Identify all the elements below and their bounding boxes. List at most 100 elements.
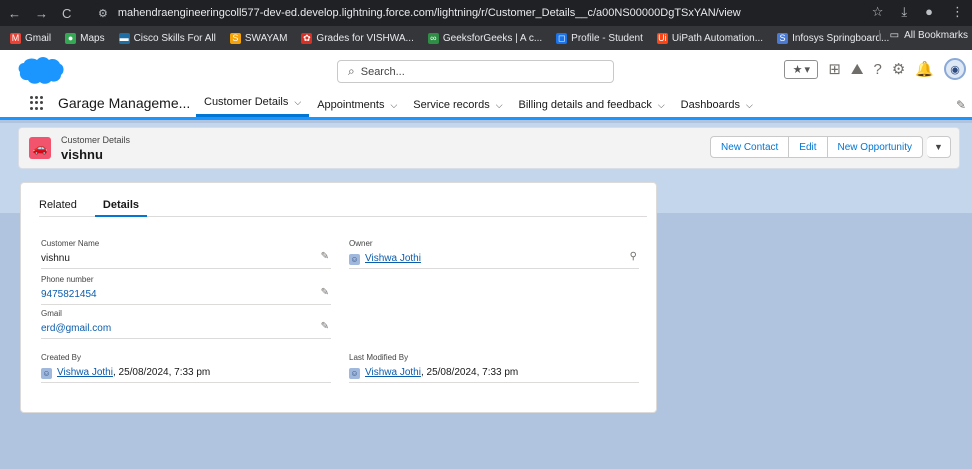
- bookmark-favicon-icon: ▬: [118, 32, 130, 44]
- bookmark-item[interactable]: ✿ Grades for VISHWA...: [301, 32, 414, 44]
- bookmark-label: Cisco Skills For All: [133, 32, 216, 44]
- gmail-value[interactable]: erd@gmail.com: [41, 323, 111, 334]
- app-launcher-icon[interactable]: [30, 96, 44, 110]
- user-avatar[interactable]: ◉: [944, 58, 966, 80]
- search-placeholder: Search...: [360, 65, 405, 78]
- edit-pencil-icon[interactable]: ✎: [321, 287, 329, 298]
- bookmark-item[interactable]: ▬ Cisco Skills For All: [118, 32, 216, 44]
- help-icon[interactable]: ?: [874, 61, 882, 78]
- salesforce-cloud-icon[interactable]: [18, 55, 64, 85]
- customer-name-field: Customer Name vishnu ✎: [41, 239, 331, 269]
- all-bookmarks[interactable]: ▭ All Bookmarks: [878, 30, 968, 41]
- nav-tab-customer-details[interactable]: Customer Details ⌵: [196, 90, 310, 117]
- created-date: , 25/08/2024, 7:33 pm: [112, 367, 211, 378]
- notifications-bell-icon[interactable]: 🔔: [915, 60, 934, 78]
- app-name: Garage Manageme...: [58, 95, 191, 111]
- bookmark-item[interactable]: Ui UiPath Automation...: [656, 32, 764, 44]
- nav-tab-label: Dashboards: [680, 99, 740, 111]
- forward-icon[interactable]: →: [35, 6, 48, 21]
- last-modified-by-label: Last Modified By: [349, 353, 409, 362]
- menu-icon[interactable]: ⋮: [951, 4, 964, 20]
- global-actions-icon[interactable]: ⊞: [828, 60, 841, 78]
- nav-tab-service-records[interactable]: Service records ⌵: [405, 90, 510, 120]
- chevron-down-icon: ▾: [804, 63, 811, 76]
- tab-related[interactable]: Related: [39, 193, 77, 217]
- created-by-user-link[interactable]: Vishwa Jothi: [57, 367, 113, 378]
- global-search-input[interactable]: ⌕ Search...: [337, 60, 614, 83]
- nav-tab-dashboards[interactable]: Dashboards ⌵: [673, 90, 761, 120]
- record-actions: New Contact Edit New Opportunity ▼: [710, 136, 951, 158]
- bookmark-label: GeeksforGeeks | A c...: [442, 32, 543, 44]
- nav-tab-label: Customer Details: [204, 96, 289, 108]
- bookmark-label: UiPath Automation...: [671, 32, 764, 44]
- bookmark-item[interactable]: M Gmail: [10, 32, 52, 44]
- tab-details[interactable]: Details: [94, 193, 147, 217]
- trailhead-icon[interactable]: ⛰: [851, 61, 864, 78]
- browser-nav: ← → C: [0, 6, 92, 21]
- favorites-button[interactable]: ★ ▾: [784, 59, 819, 79]
- bookmark-favicon-icon: ✿: [301, 32, 313, 44]
- back-icon[interactable]: ←: [8, 6, 21, 21]
- bookmark-favicon-icon: ●: [65, 32, 77, 44]
- browser-toolbar: ← → C ⚙ mahendraengineeringcoll577-dev-e…: [0, 0, 972, 26]
- modified-by-user-link[interactable]: Vishwa Jothi: [365, 367, 421, 378]
- edit-nav-pencil-icon[interactable]: ✎: [956, 98, 966, 112]
- edit-button[interactable]: Edit: [789, 136, 828, 158]
- phone-number-field: Phone number 9475821454 ✎: [41, 275, 331, 305]
- edit-pencil-icon[interactable]: ✎: [321, 251, 329, 262]
- bookmark-star-icon[interactable]: ☆: [872, 4, 884, 20]
- bookmark-favicon-icon: ◻: [556, 32, 568, 44]
- reload-icon[interactable]: C: [62, 6, 71, 21]
- bookmark-item[interactable]: ◻ Profile - Student: [556, 32, 643, 44]
- edit-pencil-icon[interactable]: ✎: [321, 321, 329, 332]
- url-text[interactable]: mahendraengineeringcoll577-dev-ed.develo…: [118, 7, 741, 19]
- chevron-down-icon[interactable]: ⌵: [294, 97, 301, 108]
- bookmark-item[interactable]: S SWAYAM: [229, 32, 288, 44]
- owner-value: ☺ Vishwa Jothi: [349, 253, 421, 265]
- bookmark-label: Maps: [80, 32, 105, 44]
- owner-label: Owner: [349, 239, 373, 248]
- bookmark-label: SWAYAM: [244, 32, 288, 44]
- star-icon: ★: [792, 63, 803, 76]
- bookmark-favicon-icon: S: [777, 32, 789, 44]
- nav-tab-label: Appointments: [317, 99, 385, 111]
- bookmark-item[interactable]: S Infosys Springboard...: [777, 32, 890, 44]
- customer-name-value: vishnu: [41, 253, 70, 264]
- nav-tab-billing-details-and-feedback[interactable]: Billing details and feedback ⌵: [511, 90, 673, 120]
- bookmark-label: Gmail: [25, 32, 52, 44]
- bookmark-label: Infosys Springboard...: [792, 32, 890, 44]
- gmail-field: Gmail erd@gmail.com ✎: [41, 309, 331, 339]
- more-actions-button[interactable]: ▼: [927, 136, 951, 158]
- owner-user-link[interactable]: Vishwa Jothi: [365, 253, 421, 264]
- record-tabs: Related Details: [39, 193, 647, 217]
- phone-number-value[interactable]: 9475821454: [41, 289, 97, 300]
- created-by-label: Created By: [41, 353, 82, 362]
- chevron-down-icon: ▼: [934, 142, 943, 152]
- bookmark-item[interactable]: ∞ GeeksforGeeks | A c...: [427, 32, 543, 44]
- chevron-down-icon[interactable]: ⌵: [390, 100, 397, 111]
- chevron-down-icon[interactable]: ⌵: [496, 100, 503, 111]
- bookmark-item[interactable]: ● Maps: [65, 32, 105, 44]
- customer-name-label: Customer Name: [41, 239, 100, 248]
- chevron-down-icon[interactable]: ⌵: [658, 100, 665, 111]
- chevron-down-icon[interactable]: ⌵: [746, 100, 753, 111]
- bookmark-favicon-icon: S: [229, 32, 241, 44]
- bookmarks-bar: M Gmail ● Maps ▬ Cisco Skills For All S SWAYAM ✿…: [0, 26, 972, 50]
- phone-number-label: Phone number: [41, 275, 94, 284]
- nav-tab-appointments[interactable]: Appointments ⌵: [309, 90, 405, 120]
- bookmark-favicon-icon: Ui: [656, 32, 668, 44]
- bookmark-favicon-icon: ∞: [427, 32, 439, 44]
- new-opportunity-button[interactable]: New Opportunity: [827, 136, 923, 158]
- created-by-field: Created By ☺ Vishwa Jothi, 25/08/2024, 7:…: [41, 353, 331, 383]
- site-settings-icon[interactable]: ⚙: [98, 7, 108, 20]
- address-bar[interactable]: ⚙ mahendraengineeringcoll577-dev-ed.deve…: [90, 3, 870, 23]
- setup-gear-icon[interactable]: ⚙: [892, 60, 905, 78]
- user-icon: ☺: [349, 254, 360, 265]
- download-icon[interactable]: ⤓: [901, 4, 907, 20]
- last-modified-by-value: ☺ Vishwa Jothi, 25/08/2024, 7:33 pm: [349, 367, 518, 379]
- new-contact-button[interactable]: New Contact: [710, 136, 790, 158]
- change-owner-icon[interactable]: ⚲: [630, 251, 637, 262]
- nav-items: Customer Details ⌵ Appointments ⌵ Service re…: [196, 90, 761, 120]
- created-by-value: ☺ Vishwa Jothi, 25/08/2024, 7:33 pm: [41, 367, 210, 379]
- profile-icon[interactable]: ●: [925, 4, 933, 20]
